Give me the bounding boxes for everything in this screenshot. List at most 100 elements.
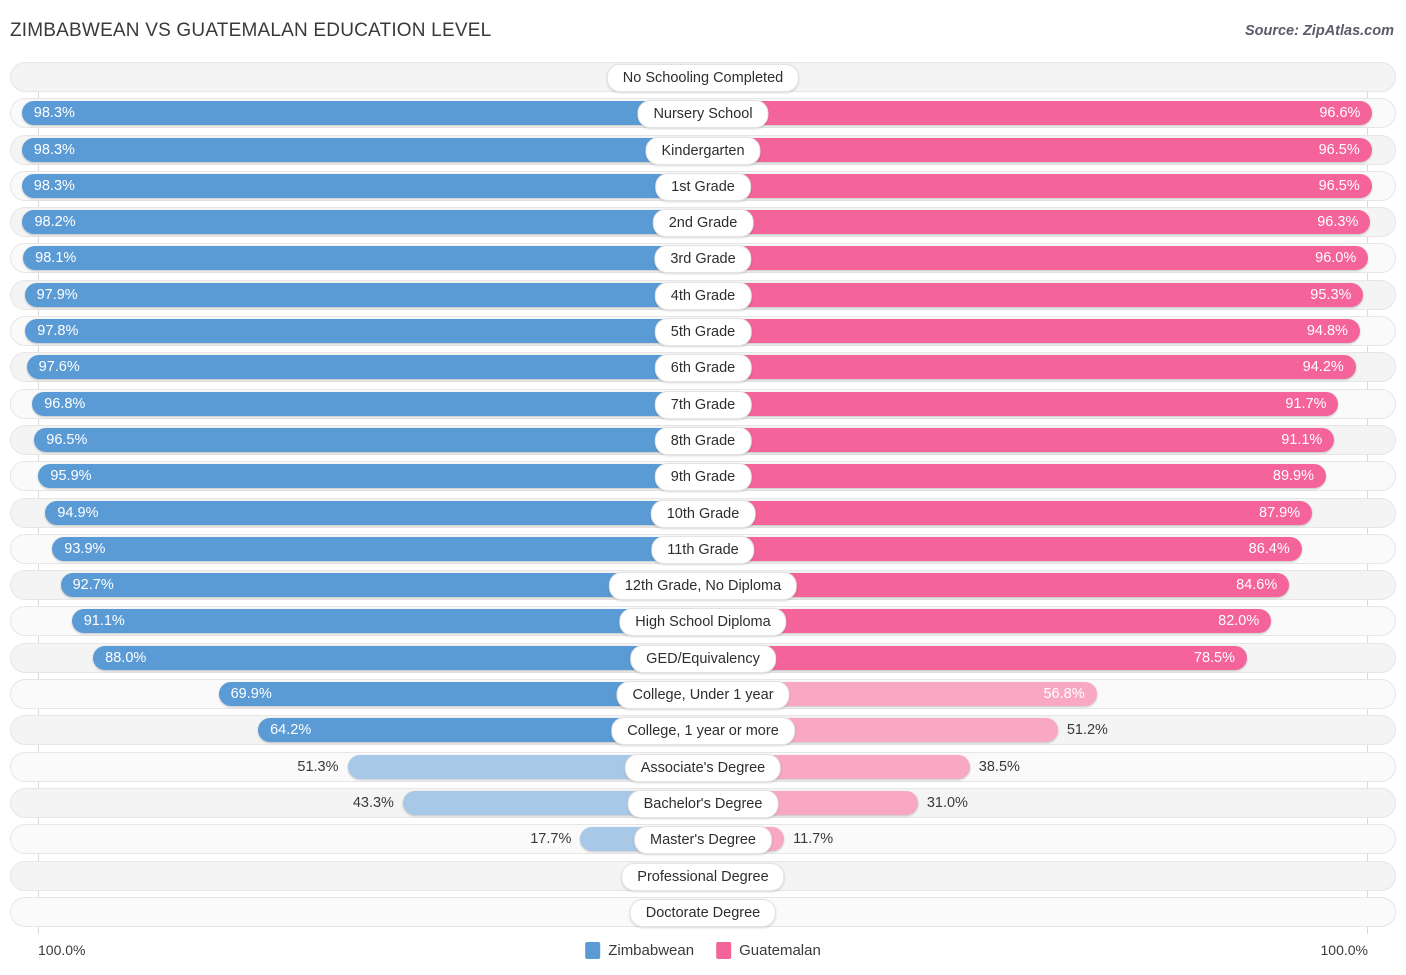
row-left-half: 1.7% (10, 62, 703, 92)
chart-legend: Zimbabwean Guatemalan (585, 942, 821, 959)
legend-swatch-icon (585, 942, 601, 959)
bar-guatemalan: 96.5% (703, 137, 1372, 162)
row-right-half: 11.7% (703, 824, 1396, 854)
bar-value-zimbabwean: 97.8% (37, 323, 79, 340)
bar-guatemalan: 96.3% (703, 210, 1371, 235)
row-right-half: 3.5% (703, 861, 1396, 891)
bar-value-guatemalan: 84.6% (1236, 577, 1278, 594)
category-label: Associate's Degree (624, 753, 782, 782)
row-right-half: 38.5% (703, 752, 1396, 782)
category-label: 11th Grade (651, 535, 755, 564)
bar-zimbabwean: 88.0% (93, 645, 703, 670)
row-left-half: 5.2% (10, 861, 703, 891)
row-left-half: 97.9% (10, 280, 703, 310)
table-row: 98.3% 96.6% Nursery School (10, 98, 1396, 129)
category-label: Bachelor's Degree (627, 789, 779, 818)
bar-value-guatemalan: 94.2% (1302, 359, 1344, 376)
row-left-half: 69.9% (10, 679, 703, 709)
row-right-half: 94.2% (703, 352, 1396, 382)
category-label: Master's Degree (634, 826, 772, 855)
bar-zimbabwean: 97.8% (25, 319, 703, 344)
row-left-half: 97.6% (10, 352, 703, 382)
category-label: College, 1 year or more (611, 717, 795, 746)
table-row: 94.9% 87.9% 10th Grade (10, 497, 1396, 528)
row-left-half: 98.3% (10, 135, 703, 165)
row-right-half: 82.0% (703, 606, 1396, 636)
row-left-half: 64.2% (10, 715, 703, 745)
table-row: 43.3% 31.0% Bachelor's Degree (10, 787, 1396, 818)
row-left-half: 43.3% (10, 788, 703, 818)
category-label: 10th Grade (650, 499, 756, 528)
bar-zimbabwean: 94.9% (45, 500, 703, 525)
bar-rows: 1.7%3.5%No Schooling Completed98.3%96.6%… (10, 62, 1396, 933)
row-right-half: 31.0% (703, 788, 1396, 818)
row-left-half: 17.7% (10, 824, 703, 854)
chart-plot-area: 1.7%3.5%No Schooling Completed98.3%96.6%… (10, 62, 1396, 934)
bar-value-guatemalan: 89.9% (1272, 468, 1314, 485)
row-left-half: 96.5% (10, 425, 703, 455)
row-left-half: 88.0% (10, 643, 703, 673)
axis-end-label-left: 100.0% (38, 942, 86, 958)
row-left-half: 91.1% (10, 606, 703, 636)
bar-zimbabwean: 98.3% (21, 137, 703, 162)
legend-swatch-icon (716, 942, 732, 959)
row-left-half: 98.3% (10, 171, 703, 201)
category-label: College, Under 1 year (616, 681, 790, 710)
bar-guatemalan: 94.8% (703, 319, 1360, 344)
row-left-half: 51.3% (10, 752, 703, 782)
bar-guatemalan: 91.7% (703, 391, 1339, 416)
row-right-half: 95.3% (703, 280, 1396, 310)
legend-item-zimbabwean: Zimbabwean (585, 942, 694, 959)
row-left-half: 96.8% (10, 389, 703, 419)
row-right-half: 96.5% (703, 135, 1396, 165)
bar-value-guatemalan: 96.5% (1318, 141, 1360, 158)
bar-guatemalan: 95.3% (703, 282, 1364, 307)
bar-guatemalan: 94.2% (703, 355, 1356, 380)
table-row: 88.0% 78.5% GED/Equivalency (10, 642, 1396, 673)
bar-value-guatemalan: 95.3% (1310, 286, 1352, 303)
category-label: High School Diploma (619, 608, 787, 637)
chart-page: ZIMBABWEAN VS GUATEMALAN EDUCATION LEVEL… (0, 0, 1406, 975)
bar-value-guatemalan: 78.5% (1193, 649, 1235, 666)
category-label: Professional Degree (621, 862, 785, 891)
row-left-half: 94.9% (10, 498, 703, 528)
bar-zimbabwean: 98.2% (22, 210, 703, 235)
row-right-half: 96.5% (703, 171, 1396, 201)
bar-zimbabwean: 96.8% (32, 391, 703, 416)
category-label: 1st Grade (655, 172, 751, 201)
bar-value-guatemalan: 91.1% (1281, 431, 1323, 448)
bar-zimbabwean: 98.1% (23, 246, 703, 271)
row-left-half: 93.9% (10, 534, 703, 564)
category-label: 2nd Grade (652, 209, 754, 238)
bar-value-zimbabwean: 64.2% (270, 722, 312, 739)
bar-zimbabwean: 97.9% (24, 282, 703, 307)
bar-value-zimbabwean: 95.9% (50, 468, 92, 485)
bar-value-zimbabwean: 98.3% (33, 105, 75, 122)
bar-value-zimbabwean: 69.9% (230, 686, 272, 703)
row-left-half: 98.3% (10, 98, 703, 128)
row-right-half: 87.9% (703, 498, 1396, 528)
bar-zimbabwean: 98.3% (21, 101, 703, 126)
category-label: 5th Grade (654, 318, 752, 347)
bar-guatemalan: 86.4% (703, 536, 1302, 561)
row-right-half: 86.4% (703, 534, 1396, 564)
bar-value-zimbabwean: 98.3% (33, 177, 75, 194)
category-label: Nursery School (637, 100, 769, 129)
row-right-half: 94.8% (703, 316, 1396, 346)
row-right-half: 84.6% (703, 570, 1396, 600)
row-right-half: 89.9% (703, 461, 1396, 491)
bar-guatemalan: 96.6% (703, 101, 1373, 126)
bar-value-zimbabwean: 97.9% (36, 286, 78, 303)
category-label: 4th Grade (654, 281, 752, 310)
bar-value-guatemalan: 96.6% (1319, 105, 1361, 122)
table-row: 64.2% 51.2% College, 1 year or more (10, 715, 1396, 746)
table-row: 98.3% 96.5% Kindergarten (10, 134, 1396, 165)
source-attribution: Source: ZipAtlas.com (1244, 23, 1394, 39)
row-left-half: 98.2% (10, 207, 703, 237)
category-label: 8th Grade (654, 426, 752, 455)
row-right-half: 1.4% (703, 897, 1396, 927)
table-row: 92.7% 84.6% 12th Grade, No Diploma (10, 570, 1396, 601)
bar-value-zimbabwean: 51.3% (297, 758, 339, 775)
row-right-half: 96.3% (703, 207, 1396, 237)
page-title: ZIMBABWEAN VS GUATEMALAN EDUCATION LEVEL (10, 20, 492, 41)
